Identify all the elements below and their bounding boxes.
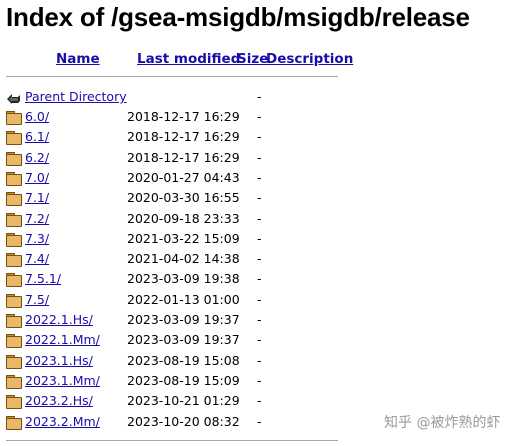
folder-icon xyxy=(6,252,22,268)
size-cell: - xyxy=(257,271,262,287)
size-cell: - xyxy=(257,210,262,226)
directory-row: 2023.2.Hs/2023-10-21 01:29 - xyxy=(0,391,340,411)
sort-by-modified-link[interactable]: Last modified xyxy=(137,51,240,67)
directory-row: 6.1/2018-12-17 16:29 - xyxy=(0,127,340,147)
directory-link[interactable]: 7.1/ xyxy=(25,190,49,206)
size-cell: - xyxy=(257,190,262,206)
modified-cell: 2023-08-19 15:08 xyxy=(127,352,240,368)
modified-cell: 2018-12-17 16:29 xyxy=(127,129,240,145)
directory-row: 2022.1.Mm/2023-03-09 19:37 - xyxy=(0,330,340,350)
modified-cell: 2018-12-17 16:29 xyxy=(127,109,240,124)
directory-row: 7.3/2021-03-22 15:09 - xyxy=(0,229,340,249)
directory-row: 2023.2.Mm/2023-10-20 08:32 - xyxy=(0,412,340,432)
column-header-last-modified[interactable]: Last modified xyxy=(137,51,240,69)
directory-row: 7.4/2021-04-02 14:38 - xyxy=(0,249,340,269)
modified-cell: 2023-08-19 15:09 xyxy=(127,372,240,388)
directory-link[interactable]: 6.2/ xyxy=(25,150,49,166)
modified-cell: 2023-10-20 08:32 xyxy=(127,413,240,429)
directory-row: 6.2/2018-12-17 16:29 - xyxy=(0,148,340,168)
directory-row: 7.0/2020-01-27 04:43 - xyxy=(0,168,340,188)
directory-link[interactable]: 2022.1.Hs/ xyxy=(25,312,93,328)
directory-row: 2023.1.Hs/2023-08-19 15:08 - xyxy=(0,351,340,371)
size-cell: - xyxy=(257,251,262,267)
modified-cell: 2022-01-13 01:00 xyxy=(127,291,240,307)
column-header-size[interactable]: Size xyxy=(237,51,268,69)
folder-icon xyxy=(6,313,22,328)
size-cell: - xyxy=(257,413,262,429)
size-cell: - xyxy=(257,393,262,409)
modified-cell: 2023-03-09 19:37 xyxy=(127,312,240,327)
directory-link[interactable]: 6.0/ xyxy=(25,109,49,125)
sort-by-size-link[interactable]: Size xyxy=(237,51,268,67)
directory-row: 2022.1.Hs/2023-03-09 19:37 - xyxy=(0,310,340,330)
modified-cell: 2018-12-17 16:29 xyxy=(127,149,240,165)
watermark: 知乎 @被炸熟的虾 xyxy=(384,415,501,431)
directory-row: 6.0/2018-12-17 16:29 - xyxy=(0,107,340,127)
size-cell: - xyxy=(257,352,262,368)
folder-icon xyxy=(6,354,22,369)
size-cell: - xyxy=(257,89,262,104)
column-header-description[interactable]: Description xyxy=(266,51,353,69)
footer-divider xyxy=(6,440,338,441)
folder-icon xyxy=(6,130,22,146)
size-cell: - xyxy=(257,291,262,307)
folder-icon xyxy=(6,293,22,308)
directory-link[interactable]: 7.5.1/ xyxy=(25,271,61,287)
directory-row: 2023.1.Mm/2023-08-19 15:09 - xyxy=(0,371,340,391)
column-header-name[interactable]: Name xyxy=(56,51,100,69)
folder-icon xyxy=(6,374,22,389)
modified-cell: 2023-03-09 19:37 xyxy=(127,332,240,348)
folder-icon xyxy=(6,394,22,410)
size-cell: - xyxy=(257,129,262,145)
folder-icon xyxy=(6,272,22,288)
modified-cell: 2020-01-27 04:43 xyxy=(127,169,240,185)
sort-by-name-link[interactable]: Name xyxy=(56,51,100,67)
size-cell: - xyxy=(257,109,262,124)
folder-icon xyxy=(6,171,22,186)
directory-link[interactable]: 7.5/ xyxy=(25,292,49,308)
page-title: Index of /gsea-msigdb/msigdb/release xyxy=(6,2,470,32)
size-cell: - xyxy=(257,332,262,348)
folder-icon xyxy=(6,333,22,349)
size-cell: - xyxy=(257,230,262,246)
folder-icon xyxy=(6,191,22,207)
directory-link[interactable]: 2022.1.Mm/ xyxy=(25,332,100,348)
directory-link[interactable]: 7.4/ xyxy=(25,251,49,267)
modified-cell: 2023-03-09 19:38 xyxy=(127,271,240,287)
directory-link[interactable]: 2023.2.Mm/ xyxy=(25,414,100,430)
directory-link[interactable]: 7.2/ xyxy=(25,211,49,227)
folder-icon xyxy=(6,212,22,227)
directory-link[interactable]: 2023.2.Hs/ xyxy=(25,393,93,409)
modified-cell: 2020-03-30 16:55 xyxy=(127,190,240,206)
sort-by-description-link[interactable]: Description xyxy=(266,51,353,67)
back-arrow-icon xyxy=(6,90,22,104)
directory-row: 7.5/2022-01-13 01:00 - xyxy=(0,290,340,310)
modified-cell: 2021-04-02 14:38 xyxy=(127,251,240,267)
folder-icon xyxy=(6,415,22,430)
modified-cell: 2021-03-22 15:09 xyxy=(127,230,240,246)
directory-link[interactable]: 2023.1.Hs/ xyxy=(25,353,93,369)
header-divider xyxy=(6,76,338,77)
folder-icon xyxy=(6,110,22,125)
directory-row: 7.1/2020-03-30 16:55 - xyxy=(0,188,340,208)
folder-icon xyxy=(6,232,22,247)
folder-icon xyxy=(6,151,22,166)
directory-link[interactable]: 7.3/ xyxy=(25,231,49,247)
size-cell: - xyxy=(257,312,262,327)
directory-row: 7.5.1/2023-03-09 19:38 - xyxy=(0,269,340,289)
size-cell: - xyxy=(257,169,262,185)
modified-cell: 2020-09-18 23:33 xyxy=(127,210,240,226)
directory-link[interactable]: 2023.1.Mm/ xyxy=(25,373,100,389)
parent-directory-link[interactable]: Parent Directory xyxy=(25,89,127,105)
size-cell: - xyxy=(257,149,262,165)
modified-cell: 2023-10-21 01:29 xyxy=(127,393,240,409)
parent-directory-row: Parent Directory - xyxy=(0,87,340,107)
size-cell: - xyxy=(257,372,262,388)
directory-link[interactable]: 7.0/ xyxy=(25,170,49,186)
directory-row: 7.2/2020-09-18 23:33 - xyxy=(0,209,340,229)
directory-link[interactable]: 6.1/ xyxy=(25,129,49,145)
